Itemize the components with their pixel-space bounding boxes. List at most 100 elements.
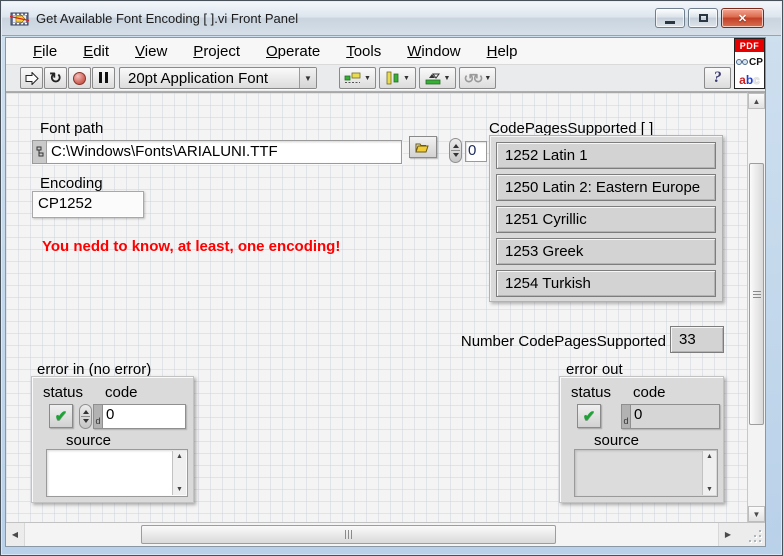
close-button[interactable]: ✕	[721, 8, 764, 28]
decrement-icon[interactable]	[453, 153, 459, 157]
chevron-down-icon: ▼	[484, 75, 491, 82]
scroll-up-button[interactable]: ▲	[748, 93, 765, 109]
checkmark-icon: ✔	[55, 407, 68, 425]
vertical-scrollbar[interactable]: ▲ ▼	[747, 92, 765, 522]
error-in-source-label: source	[66, 432, 111, 449]
error-in-code-value[interactable]: 0	[102, 404, 186, 429]
browse-button[interactable]	[409, 136, 437, 158]
menu-tools[interactable]: Tools	[333, 40, 394, 63]
resize-objects-button[interactable]: ▼	[419, 67, 456, 89]
chevron-down-icon: ▼	[444, 75, 451, 82]
code-pages-array: 1252 Latin 1 1250 Latin 2: Eastern Europ…	[489, 135, 723, 302]
error-out-code-value: 0	[630, 404, 720, 429]
vi-badge-pdf-label: PDF	[735, 39, 764, 52]
checkmark-icon: ✔	[583, 407, 596, 425]
chevron-down-icon: ▼	[403, 75, 410, 82]
error-out-source-field: ▲ ▼	[574, 449, 718, 497]
error-out-code-field: d 0	[621, 404, 720, 429]
resize-objects-icon	[425, 71, 441, 85]
maximize-icon	[699, 14, 708, 22]
scroll-up-icon[interactable]: ▲	[706, 453, 713, 460]
abort-icon	[73, 72, 86, 85]
error-in-status-label: status	[43, 384, 83, 401]
vi-badge-cp-label: CP	[749, 57, 763, 68]
code-page-item: 1253 Greek	[496, 238, 716, 265]
error-in-code-stepper[interactable]	[79, 404, 92, 429]
error-out-status-label: status	[571, 384, 611, 401]
pause-button[interactable]	[92, 67, 115, 89]
horizontal-scrollbar[interactable]: ◀ ▶	[6, 522, 765, 546]
help-icon: ?	[714, 69, 722, 87]
error-in-status-button[interactable]: ✔	[49, 404, 73, 428]
font-path-label: Font path	[40, 120, 103, 137]
code-page-item: 1254 Turkish	[496, 270, 716, 297]
scroll-down-icon[interactable]: ▼	[176, 486, 183, 493]
scroll-down-icon[interactable]: ▼	[706, 486, 713, 493]
error-in-cluster: status code ✔ d 0 source	[31, 376, 194, 503]
context-help-button[interactable]: ?	[704, 67, 731, 89]
radix-indicator[interactable]: d	[93, 404, 102, 429]
vi-icon-badge[interactable]: PDF CP abc	[734, 38, 765, 89]
scroll-up-icon[interactable]: ▲	[176, 453, 183, 460]
front-panel-area: Font path C:\Windows\Fonts\ARIALUNI.TTF	[6, 92, 765, 522]
menu-help[interactable]: Help	[474, 40, 531, 63]
pause-icon	[98, 70, 110, 87]
error-in-source-field[interactable]: ▲ ▼	[46, 449, 188, 497]
abort-button[interactable]	[68, 67, 91, 89]
error-out-status-indicator: ✔	[577, 404, 601, 428]
scroll-down-button[interactable]: ▼	[748, 506, 765, 522]
increment-icon[interactable]	[83, 410, 89, 414]
horizontal-scrollbar-thumb[interactable]	[141, 525, 556, 544]
code-page-item: 1251 Cyrillic	[496, 206, 716, 233]
toolbar: ↻ 20pt Application Font ▼ ▼	[6, 65, 765, 92]
resize-grip[interactable]	[737, 523, 765, 546]
decrement-icon[interactable]	[83, 419, 89, 423]
close-icon: ✕	[738, 12, 747, 25]
distribute-objects-icon	[385, 71, 400, 85]
run-continuously-button[interactable]: ↻	[44, 67, 67, 89]
scroll-left-button[interactable]: ◀	[6, 523, 24, 546]
menu-operate[interactable]: Operate	[253, 40, 333, 63]
maximize-button[interactable]	[688, 8, 718, 28]
titlebar[interactable]: Get Available Font Encoding [ ].vi Front…	[2, 2, 781, 36]
radix-indicator: d	[621, 404, 630, 429]
path-index-value[interactable]: 0	[465, 141, 487, 162]
chevron-down-icon: ▼	[364, 75, 371, 82]
vi-file-icon	[10, 11, 30, 27]
font-selector[interactable]: 20pt Application Font ▼	[119, 67, 317, 89]
error-out-code-label: code	[633, 384, 666, 401]
increment-icon[interactable]	[453, 144, 459, 148]
menu-window[interactable]: Window	[394, 40, 473, 63]
run-button[interactable]	[20, 67, 43, 89]
font-path-value[interactable]: C:\Windows\Fonts\ARIALUNI.TTF	[47, 141, 401, 163]
minimize-button[interactable]	[655, 8, 685, 28]
error-out-source-label: source	[594, 432, 639, 449]
number-code-pages-label: Number CodePagesSupported	[454, 333, 666, 350]
window-title: Get Available Font Encoding [ ].vi Front…	[36, 11, 298, 26]
warning-text: You nedd to know, at least, one encoding…	[42, 238, 340, 255]
source-scrollbar[interactable]: ▲ ▼	[172, 451, 186, 495]
error-in-code-field[interactable]: d 0	[93, 404, 186, 429]
path-index-stepper[interactable]	[449, 138, 462, 163]
chevron-down-icon: ▼	[299, 68, 316, 88]
encoding-value: CP1252	[32, 191, 144, 218]
vertical-scrollbar-thumb[interactable]	[749, 163, 764, 425]
glasses-icon	[736, 58, 748, 66]
reorder-icon: ↺↻	[464, 72, 482, 85]
caption-buttons: ✕	[655, 8, 764, 28]
font-selector-label: 20pt Application Font	[128, 70, 268, 87]
distribute-objects-button[interactable]: ▼	[379, 67, 416, 89]
menubar: File Edit View Project Operate Tools Win…	[6, 38, 765, 65]
menu-view[interactable]: View	[122, 40, 180, 63]
reorder-objects-button[interactable]: ↺↻ ▼	[459, 67, 496, 89]
scroll-right-button[interactable]: ▶	[719, 523, 737, 546]
code-page-item: 1250 Latin 2: Eastern Europe	[496, 174, 716, 201]
source-scrollbar[interactable]: ▲ ▼	[702, 451, 716, 495]
menu-project[interactable]: Project	[180, 40, 253, 63]
menu-file[interactable]: File	[20, 40, 70, 63]
font-path-control[interactable]: C:\Windows\Fonts\ARIALUNI.TTF	[32, 140, 402, 164]
horizontal-scrollbar-track[interactable]	[24, 523, 719, 546]
menu-edit[interactable]: Edit	[70, 40, 122, 63]
align-objects-button[interactable]: ▼	[339, 67, 376, 89]
code-page-item: 1252 Latin 1	[496, 142, 716, 169]
